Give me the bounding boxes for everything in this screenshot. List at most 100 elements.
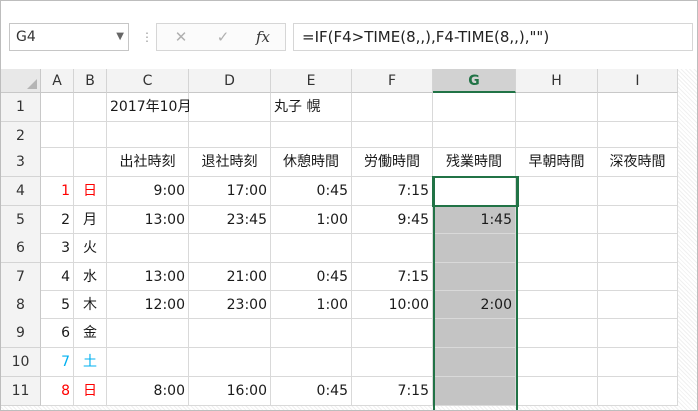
weekday-cell[interactable]: 日 [74,377,107,406]
row-header-11[interactable]: 11 [1,377,41,406]
row-header-9[interactable]: 9 [1,319,41,348]
column-header-c[interactable]: C [107,69,189,93]
row-header-3[interactable]: 3 [1,148,41,177]
night-time-cell[interactable] [598,377,678,406]
name-box[interactable]: G4 ▼ [9,23,129,51]
work-time-cell[interactable]: 7:15 [352,377,433,406]
day-cell[interactable]: 4 [41,263,74,291]
name-cell[interactable]: 丸子 幌 [271,93,352,122]
weekday-cell[interactable]: 火 [74,234,107,263]
row-header-10[interactable]: 10 [1,348,41,377]
early-time-cell[interactable] [516,177,598,206]
end-time-cell[interactable]: 23:00 [189,291,271,319]
day-cell[interactable]: 2 [41,206,74,234]
break-time-cell[interactable]: 1:00 [271,206,352,234]
night-time-cell[interactable] [598,319,678,348]
start-time-cell[interactable]: 13:00 [107,206,189,234]
work-time-cell[interactable] [352,319,433,348]
column-header-f[interactable]: F [352,69,433,93]
day-cell[interactable]: 7 [41,348,74,377]
start-time-cell[interactable]: 8:00 [107,377,189,406]
day-cell[interactable]: 6 [41,319,74,348]
weekday-cell[interactable]: 水 [74,263,107,291]
break-time-cell[interactable] [271,234,352,263]
cell[interactable] [41,122,74,148]
work-time-cell[interactable]: 7:15 [352,177,433,206]
night-time-cell[interactable] [598,206,678,234]
header-overtime[interactable]: 残業時間 [433,148,516,177]
break-time-cell[interactable]: 1:00 [271,291,352,319]
end-time-cell[interactable]: 21:00 [189,263,271,291]
work-time-cell[interactable] [352,234,433,263]
early-time-cell[interactable] [516,319,598,348]
cell[interactable] [189,93,271,122]
column-header-i[interactable]: I [598,69,678,93]
break-time-cell[interactable]: 0:45 [271,177,352,206]
row-header-2[interactable]: 2 [1,122,41,151]
row-header-6[interactable]: 6 [1,234,41,263]
start-time-cell[interactable] [107,348,189,377]
overtime-cell[interactable] [433,319,516,348]
cell[interactable] [74,148,107,177]
day-cell[interactable]: 3 [41,234,74,263]
cell[interactable] [516,122,598,148]
break-time-cell[interactable]: 0:45 [271,377,352,406]
insert-function-icon[interactable]: fx [243,24,283,50]
night-time-cell[interactable] [598,348,678,377]
work-time-cell[interactable]: 9:45 [352,206,433,234]
cell[interactable] [74,93,107,122]
cell[interactable] [598,122,678,148]
cell[interactable] [598,93,678,122]
night-time-cell[interactable] [598,234,678,263]
overtime-cell[interactable] [433,177,516,206]
start-time-cell[interactable]: 13:00 [107,263,189,291]
end-time-cell[interactable]: 23:45 [189,206,271,234]
cell[interactable] [189,122,271,148]
year-month-cell[interactable]: 2017年10月 [107,93,191,122]
header-end-time[interactable]: 退社時刻 [189,148,271,177]
row-header-5[interactable]: 5 [1,206,41,235]
weekday-cell[interactable]: 月 [74,206,107,234]
row-header-8[interactable]: 8 [1,291,41,320]
header-early-time[interactable]: 早朝時間 [516,148,598,177]
header-work-time[interactable]: 労働時間 [352,148,433,177]
work-time-cell[interactable]: 10:00 [352,291,433,319]
overtime-cell[interactable] [433,377,516,406]
early-time-cell[interactable] [516,234,598,263]
row-header-1[interactable]: 1 [1,93,41,122]
early-time-cell[interactable] [516,348,598,377]
cell[interactable] [41,93,74,122]
enter-icon[interactable]: ✓ [203,24,243,50]
cell[interactable] [352,93,433,122]
day-cell[interactable]: 5 [41,291,74,319]
day-cell[interactable]: 8 [41,377,74,406]
weekday-cell[interactable]: 金 [74,319,107,348]
header-night-time[interactable]: 深夜時間 [598,148,678,177]
day-cell[interactable]: 1 [41,177,74,206]
end-time-cell[interactable] [189,234,271,263]
end-time-cell[interactable] [189,348,271,377]
formula-input[interactable]: =IF(F4>TIME(8,,),F4-TIME(8,,),"") [293,23,693,51]
overtime-cell[interactable] [433,263,516,291]
column-header-e[interactable]: E [271,69,352,93]
cancel-icon[interactable]: ✕ [161,24,201,50]
cell[interactable] [271,122,352,148]
weekday-cell[interactable]: 日 [74,177,107,206]
start-time-cell[interactable]: 12:00 [107,291,189,319]
start-time-cell[interactable] [107,234,189,263]
night-time-cell[interactable] [598,177,678,206]
cell[interactable] [516,93,598,122]
cell[interactable] [433,93,516,122]
break-time-cell[interactable] [271,319,352,348]
start-time-cell[interactable] [107,319,189,348]
end-time-cell[interactable]: 16:00 [189,377,271,406]
overtime-cell[interactable]: 1:45 [433,206,516,234]
break-time-cell[interactable]: 0:45 [271,263,352,291]
early-time-cell[interactable] [516,377,598,406]
cell[interactable] [74,122,107,148]
cell[interactable] [433,122,516,148]
start-time-cell[interactable]: 9:00 [107,177,189,206]
early-time-cell[interactable] [516,291,598,319]
column-header-g[interactable]: G [433,69,516,93]
column-header-b[interactable]: B [74,69,107,93]
